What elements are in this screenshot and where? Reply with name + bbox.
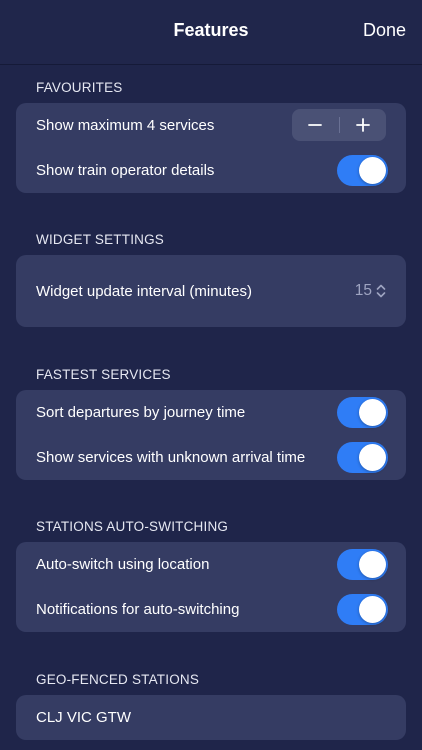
auto-switch-location-label: Auto-switch using location: [36, 556, 210, 573]
toggle-knob: [359, 399, 386, 426]
section-header-autoswitch: STATIONS AUTO-SWITCHING: [36, 519, 229, 534]
geofenced-stations-label: CLJ VIC GTW: [36, 709, 132, 726]
sort-journey-row: Sort departures by journey time: [16, 390, 406, 435]
page-title: Features: [173, 20, 249, 40]
widget-group: Widget update interval (minutes) 15: [16, 255, 406, 327]
done-button[interactable]: Done: [363, 20, 406, 41]
favourites-group: Show maximum 4 services Show train opera…: [16, 103, 406, 193]
plus-icon: [355, 118, 370, 132]
sort-journey-label: Sort departures by journey time: [36, 404, 246, 421]
auto-switch-notify-label: Notifications for auto-switching: [36, 601, 240, 618]
train-operator-label: Show train operator details: [36, 162, 215, 179]
widget-interval-picker[interactable]: 15: [355, 282, 386, 300]
unknown-arrival-toggle[interactable]: [337, 442, 388, 473]
geofenced-group: CLJ VIC GTW: [16, 695, 406, 740]
widget-interval-label: Widget update interval (minutes): [36, 282, 252, 300]
services-stepper: [292, 109, 386, 141]
toggle-knob: [359, 551, 386, 578]
widget-interval-value: 15: [354, 282, 372, 299]
decrement-button[interactable]: [292, 109, 339, 141]
auto-switch-notify-toggle[interactable]: [337, 594, 388, 625]
show-maximum-label: Show maximum 4 services: [36, 117, 215, 134]
auto-switch-location-row: Auto-switch using location: [16, 542, 406, 587]
toggle-knob: [359, 157, 386, 184]
auto-switch-notify-row: Notifications for auto-switching: [16, 587, 406, 632]
auto-switch-location-toggle[interactable]: [337, 549, 388, 580]
toggle-knob: [359, 596, 386, 623]
minus-icon: [308, 124, 323, 126]
chevron-up-down-icon: [376, 284, 386, 298]
toggle-knob: [359, 444, 386, 471]
show-maximum-row: Show maximum 4 services: [16, 103, 406, 148]
widget-interval-row: Widget update interval (minutes) 15: [16, 255, 406, 327]
geofenced-stations-row[interactable]: CLJ VIC GTW: [16, 695, 406, 740]
section-header-geofenced: GEO-FENCED STATIONS: [36, 672, 200, 687]
section-header-widget: WIDGET SETTINGS: [36, 232, 165, 247]
sort-journey-toggle[interactable]: [337, 397, 388, 428]
section-header-favourites: FAVOURITES: [36, 80, 123, 95]
autoswitch-group: Auto-switch using location Notifications…: [16, 542, 406, 632]
features-screen: Features Done FAVOURITES Show maximum 4 …: [0, 0, 422, 750]
increment-button[interactable]: [340, 109, 387, 141]
unknown-arrival-row: Show services with unknown arrival time: [16, 435, 406, 480]
section-header-fastest: FASTEST SERVICES: [36, 367, 171, 382]
train-operator-toggle[interactable]: [337, 155, 388, 186]
train-operator-row: Show train operator details: [16, 148, 406, 193]
unknown-arrival-label: Show services with unknown arrival time: [36, 449, 306, 466]
navigation-bar: Features Done: [0, 0, 422, 65]
fastest-group: Sort departures by journey time Show ser…: [16, 390, 406, 480]
